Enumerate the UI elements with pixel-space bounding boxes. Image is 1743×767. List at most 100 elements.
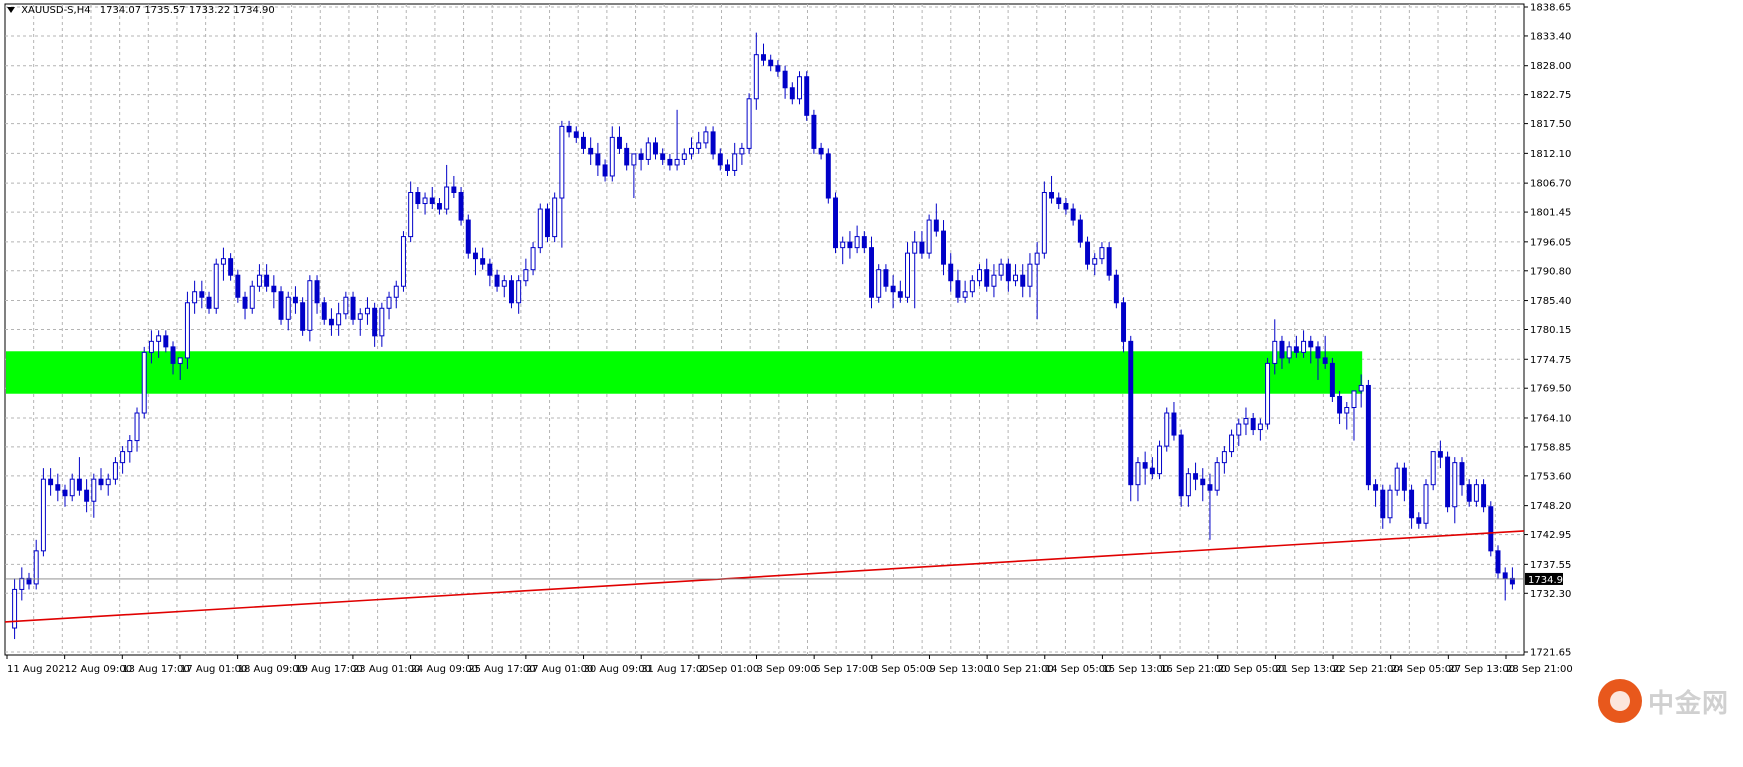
time-tick-label: 3 Sep 09:00 (757, 664, 817, 675)
candle-body-down (1373, 484, 1379, 491)
price-tick-label: 1774.75 (1530, 355, 1571, 366)
price-tick-label: 1758.85 (1530, 442, 1571, 453)
candle-body-up (530, 247, 536, 271)
candle-body-down (566, 125, 572, 133)
candle-body-up (998, 263, 1004, 276)
candle-body-down (271, 285, 277, 293)
candle-body-up (1013, 274, 1019, 282)
candle-body-down (480, 258, 486, 265)
candle-body-up (120, 451, 126, 464)
candle-body-up (1099, 247, 1105, 260)
candle-body-down (804, 76, 810, 116)
watermark: 中金网 (1597, 679, 1729, 723)
candle-body-down (264, 274, 270, 287)
candle-body-down (508, 280, 514, 304)
candle-body-down (1337, 395, 1343, 414)
candle-body-down (1200, 478, 1206, 486)
candle-body-down (1049, 192, 1055, 199)
candle-body-down (602, 164, 608, 177)
candle-body-up (674, 158, 680, 166)
candle-body-down (1409, 489, 1415, 519)
candle-body-up (1164, 412, 1170, 447)
candle-body-down (300, 302, 306, 331)
candle-body-down (717, 153, 723, 166)
candle-body-up (1430, 451, 1436, 486)
candle-body-up (1243, 418, 1249, 425)
candle-body-up (753, 54, 759, 100)
price-tick-label: 1822.75 (1530, 90, 1571, 101)
candle-body-down (1308, 340, 1314, 348)
candle-body-down (170, 346, 176, 364)
candle-body-up (69, 478, 75, 497)
price-tick-label: 1742.95 (1530, 530, 1571, 541)
candle-body-up (703, 131, 709, 144)
candle-body-up (962, 291, 968, 298)
candle-body-up (1344, 407, 1350, 414)
candle-body-up (1229, 434, 1235, 453)
candle-body-down (1106, 247, 1112, 276)
candle-body-up (184, 302, 190, 359)
dropdown-arrow-icon[interactable] (7, 7, 15, 13)
candle-body-up (645, 142, 651, 160)
candle-body-up (1034, 252, 1040, 265)
candle-body-down (1085, 241, 1091, 265)
price-chart[interactable]: 1838.65 1833.40 1828.00 1822.75 1817.50 1812.… (0, 0, 1743, 763)
candle-body-down (1401, 467, 1407, 491)
candle-body-down (955, 280, 961, 298)
candle-body-up (609, 136, 615, 177)
watermark-logo-icon (1597, 679, 1642, 723)
candle-body-up (156, 335, 162, 342)
candle-body-up (400, 236, 406, 287)
candle-body-down (818, 147, 824, 155)
candle-body-up (249, 285, 255, 309)
candle-body-down (653, 142, 658, 155)
candle-body-down (1142, 462, 1148, 469)
candle-body-up (343, 296, 349, 315)
candle-body-up (364, 307, 370, 315)
candle-body-up (357, 313, 363, 320)
candle-body-down (98, 478, 104, 486)
candle-body-up (220, 258, 226, 265)
candle-body-up (422, 197, 428, 205)
candle-body-up (854, 236, 860, 249)
candle-body-down (825, 153, 831, 199)
candle-body-down (206, 296, 212, 309)
candle-body-down (667, 158, 673, 166)
candle-body-up (444, 186, 450, 210)
candle-body-down (1113, 274, 1119, 304)
candle-body-down (660, 153, 666, 160)
time-tick-label: 9 Sep 13:00 (929, 664, 989, 675)
candle-body-up (1351, 390, 1357, 409)
candle-body-up (501, 280, 507, 287)
candle-body-up (689, 147, 694, 155)
candle-body-up (148, 340, 154, 353)
candle-body-down (228, 258, 234, 276)
candle-body-up (1387, 489, 1393, 519)
time-tick-label: 8 Sep 05:00 (872, 664, 932, 675)
price-tick-label: 1812.10 (1530, 149, 1571, 160)
candle-body-up (134, 412, 140, 442)
candle-body-down (1459, 462, 1465, 486)
candle-body-down (1329, 362, 1335, 397)
candle-body-down (1250, 418, 1256, 431)
candle-body-up (696, 142, 702, 149)
candle-body-down (869, 247, 874, 298)
candle-body-up (631, 153, 637, 166)
candle-body-down (1416, 517, 1422, 524)
chart-window[interactable]: 1838.65 1833.40 1828.00 1822.75 1817.50 1812.… (0, 0, 1743, 763)
candle-body-up (91, 478, 97, 502)
candle-body-down (890, 285, 896, 293)
candle-body-down (919, 241, 925, 254)
candle-body-up (1272, 340, 1278, 364)
candle-body-down (933, 219, 939, 232)
candle-body-up (1452, 462, 1458, 508)
candle-body-down (1488, 506, 1494, 552)
candle-body-down (76, 478, 82, 491)
candle-body-down (1128, 340, 1134, 486)
price-tick-label: 1769.50 (1530, 384, 1571, 395)
support-resistance-zone (6, 351, 1363, 394)
candle-body-down (1077, 219, 1083, 243)
candle-body-down (768, 59, 774, 67)
candle-body-down (1193, 473, 1199, 480)
candle-body-down (242, 296, 248, 309)
